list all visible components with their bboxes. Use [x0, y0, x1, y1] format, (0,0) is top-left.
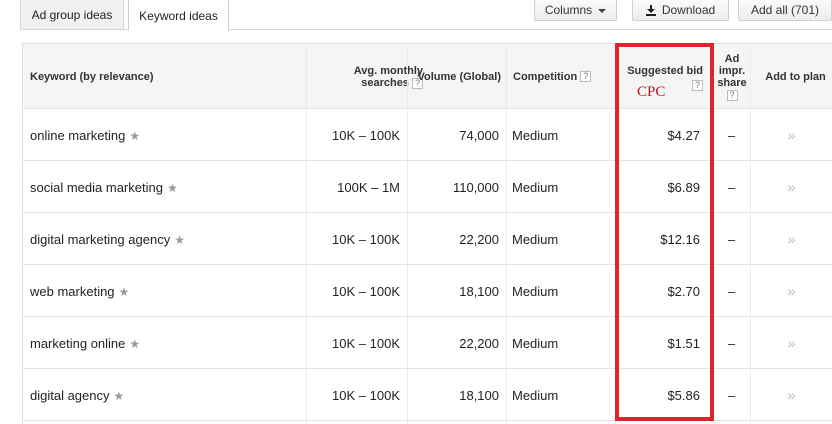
competition-cell: Medium: [512, 387, 559, 403]
header-volume-global[interactable]: Volume (Global): [415, 44, 501, 109]
download-icon: [645, 4, 656, 16]
star-icon[interactable]: ★: [119, 285, 130, 299]
competition-cell: Medium: [512, 127, 559, 143]
competition-cell: Medium: [512, 179, 559, 195]
add-all-button-label: Add all (701): [750, 3, 820, 17]
header-avg-label-line2: searches ?: [361, 77, 423, 89]
keyword-cell: digital agency ★: [30, 369, 124, 421]
add-to-plan-button[interactable]: »: [750, 109, 832, 161]
header-impr-line3: share: [717, 76, 747, 89]
help-icon[interactable]: ?: [580, 71, 592, 82]
competition-cell: Medium: [512, 283, 559, 299]
header-competition[interactable]: Competition ?: [513, 44, 613, 109]
keyword-text: digital agency: [30, 387, 110, 403]
header-impr-line2: impr.: [718, 64, 746, 77]
star-icon[interactable]: ★: [129, 129, 140, 143]
header-ad-impr-share[interactable]: Ad impr. share ?: [717, 44, 747, 109]
header-keyword[interactable]: Keyword (by relevance): [30, 44, 230, 109]
header-volume-label: Volume (Global): [417, 70, 501, 83]
star-icon[interactable]: ★: [174, 233, 185, 247]
star-icon[interactable]: ★: [114, 389, 125, 403]
star-icon[interactable]: ★: [129, 337, 140, 351]
impr-share-cell: –: [727, 231, 736, 247]
keyword-cell: social media marketing ★: [30, 161, 178, 213]
keyword-cell: marketing online ★: [30, 317, 140, 369]
competition-cell: Medium: [512, 231, 559, 247]
chevron-down-icon: [598, 8, 607, 13]
add-to-plan-button[interactable]: »: [750, 265, 832, 317]
columns-button[interactable]: Columns: [534, 0, 617, 21]
star-icon[interactable]: ★: [167, 181, 178, 195]
header-impr-line1: Ad: [724, 52, 740, 65]
add-to-plan-button[interactable]: »: [750, 213, 832, 265]
help-icon[interactable]: ?: [726, 89, 738, 101]
volume-cell: 110,000: [452, 179, 499, 195]
header-avg-label-text: searches: [361, 76, 409, 89]
active-tab-gap: [129, 29, 228, 31]
volume-cell: 74,000: [459, 127, 499, 143]
impr-share-cell: –: [727, 387, 736, 403]
columns-button-label: Columns: [544, 3, 593, 17]
keyword-cell: web marketing ★: [30, 265, 129, 317]
volume-cell: 22,200: [459, 335, 499, 351]
header-keyword-label: Keyword (by relevance): [30, 70, 154, 83]
header-avg-label-line1: Avg. monthly: [353, 64, 423, 77]
impr-share-cell: –: [727, 179, 736, 195]
avg-searches-cell: 100K – 1M: [337, 179, 400, 195]
add-to-plan-button[interactable]: »: [750, 317, 832, 369]
avg-searches-cell: 10K – 100K: [332, 127, 400, 143]
keyword-text: web marketing: [30, 283, 115, 299]
add-to-plan-button[interactable]: »: [750, 161, 832, 213]
impr-share-cell: –: [727, 127, 736, 143]
tab-ad-group-ideas[interactable]: Ad group ideas: [20, 0, 124, 30]
header-add-label: Add to plan: [765, 70, 826, 83]
keyword-cell: online marketing ★: [30, 109, 140, 161]
impr-share-cell: –: [727, 335, 736, 351]
add-to-plan-button[interactable]: »: [750, 369, 832, 421]
avg-searches-cell: 10K – 100K: [332, 335, 400, 351]
header-competition-label: Competition: [513, 70, 578, 83]
add-all-button[interactable]: Add all (701): [738, 0, 832, 21]
impr-share-cell: –: [727, 283, 736, 299]
volume-cell: 22,200: [459, 231, 499, 247]
keyword-cell: digital marketing agency ★: [30, 213, 185, 265]
avg-searches-cell: 10K – 100K: [332, 231, 400, 247]
highlight-box: [615, 43, 714, 421]
header-add-to-plan: Add to plan: [758, 44, 832, 109]
tab-keyword-ideas[interactable]: Keyword ideas: [128, 0, 229, 31]
keyword-text: social media marketing: [30, 179, 163, 195]
keyword-text: digital marketing agency: [30, 231, 171, 247]
download-button-label: Download: [661, 3, 716, 17]
keyword-text: marketing online: [30, 335, 126, 351]
avg-searches-cell: 10K – 100K: [332, 283, 400, 299]
competition-cell: Medium: [512, 335, 559, 351]
download-button[interactable]: Download: [632, 0, 729, 21]
keyword-text: online marketing: [30, 127, 126, 143]
volume-cell: 18,100: [459, 283, 499, 299]
avg-searches-cell: 10K – 100K: [332, 387, 400, 403]
volume-cell: 18,100: [459, 387, 499, 403]
